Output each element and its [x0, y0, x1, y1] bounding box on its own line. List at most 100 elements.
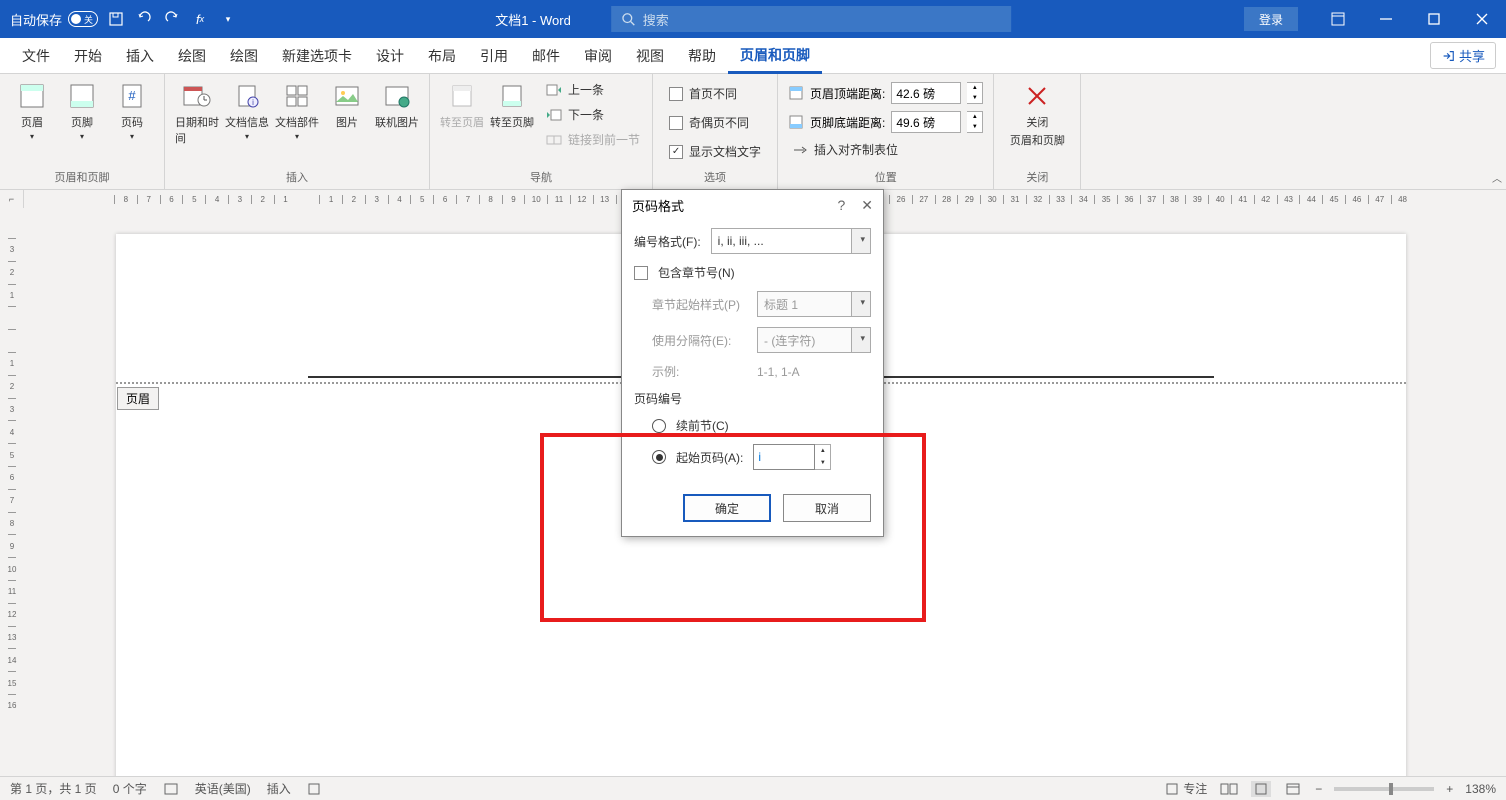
next-icon — [546, 108, 562, 122]
tab-header-footer[interactable]: 页眉和页脚 — [728, 38, 822, 74]
tab-view[interactable]: 视图 — [624, 38, 676, 74]
close-icon[interactable] — [1458, 0, 1506, 38]
previous-button[interactable]: 上一条 — [542, 78, 644, 101]
redo-icon[interactable] — [162, 9, 182, 29]
datetime-button[interactable]: 日期和时间 — [173, 78, 221, 148]
zoom-out-button[interactable]: − — [1315, 782, 1322, 796]
ribbon-options-icon[interactable] — [1314, 0, 1362, 38]
web-layout-icon[interactable] — [1283, 781, 1303, 797]
tab-insert[interactable]: 插入 — [114, 38, 166, 74]
header-top-input[interactable] — [891, 82, 961, 104]
page-number-format-dialog: 页码格式 ? ✕ 编号格式(F): i, ii, iii, ... 包含章节号(… — [621, 189, 884, 537]
vertical-ruler[interactable]: 32112345678910111213141516 — [0, 208, 24, 776]
goto-header-button: 转至页眉 — [438, 78, 486, 132]
language-status[interactable]: 英语(美国) — [195, 780, 251, 797]
prev-icon — [546, 83, 562, 97]
doc-parts-button[interactable]: 文档部件▾ — [273, 78, 321, 143]
undo-icon[interactable] — [134, 9, 154, 29]
group-label: 关闭 — [1002, 167, 1072, 187]
tab-review[interactable]: 审阅 — [572, 38, 624, 74]
macro-icon[interactable] — [307, 782, 321, 796]
spinner[interactable]: ▲▼ — [967, 111, 983, 133]
svg-text:i: i — [252, 98, 254, 107]
collapse-ribbon-icon[interactable]: ︿ — [1492, 170, 1502, 185]
tab-reference[interactable]: 引用 — [468, 38, 520, 74]
tab-design[interactable]: 设计 — [364, 38, 416, 74]
share-icon — [1441, 49, 1455, 63]
link-previous-button: 链接到前一节 — [542, 128, 644, 151]
maximize-icon[interactable] — [1410, 0, 1458, 38]
header-top-label: 页眉顶端距离: — [810, 85, 885, 102]
include-chapter-checkbox[interactable]: 包含章节号(N) — [634, 264, 871, 281]
tab-newtab[interactable]: 新建选项卡 — [270, 38, 364, 74]
header-tag: 页眉 — [117, 387, 159, 410]
insert-align-tab-button[interactable]: 插入对齐制表位 — [788, 138, 983, 161]
spell-check-icon[interactable] — [163, 782, 179, 796]
footer-bottom-label: 页脚底端距离: — [810, 114, 885, 131]
continue-radio[interactable]: 续前节(C) — [634, 417, 871, 434]
separator-label: 使用分隔符(E): — [652, 332, 747, 349]
goto-footer-button[interactable]: 转至页脚 — [488, 78, 536, 132]
odd-even-diff-checkbox[interactable]: 奇偶页不同 — [665, 111, 765, 134]
search-input[interactable]: 搜索 — [611, 6, 1011, 32]
read-mode-icon[interactable] — [1219, 781, 1239, 797]
close-header-footer-button[interactable]: 关闭页眉和页脚 — [1002, 78, 1072, 150]
fx-icon[interactable]: fx — [190, 9, 210, 29]
zoom-in-button[interactable]: + — [1446, 782, 1453, 796]
page-status[interactable]: 第 1 页，共 1 页 — [10, 780, 97, 797]
dialog-title: 页码格式 — [632, 196, 684, 215]
ribbon-tabs: 文件 开始 插入 绘图 绘图 新建选项卡 设计 布局 引用 邮件 审阅 视图 帮… — [0, 38, 1506, 74]
doc-info-button[interactable]: i文档信息▾ — [223, 78, 271, 143]
insert-mode[interactable]: 插入 — [267, 780, 291, 797]
group-label: 插入 — [173, 167, 421, 187]
save-icon[interactable] — [106, 9, 126, 29]
zoom-level[interactable]: 138% — [1465, 782, 1496, 796]
search-icon — [621, 12, 635, 26]
cancel-button[interactable]: 取消 — [783, 494, 871, 522]
online-picture-button[interactable]: 联机图片 — [373, 78, 421, 132]
chapter-style-select: 标题 1 — [757, 291, 871, 317]
tab-icon — [792, 143, 808, 157]
footer-button[interactable]: 页脚▾ — [58, 78, 106, 143]
focus-icon — [1165, 782, 1179, 796]
start-at-radio[interactable]: 起始页码(A): ▲▼ — [634, 444, 871, 470]
tab-home[interactable]: 开始 — [62, 38, 114, 74]
tab-mail[interactable]: 邮件 — [520, 38, 572, 74]
qat-more-icon[interactable]: ▾ — [218, 9, 238, 29]
tab-draw2[interactable]: 绘图 — [218, 38, 270, 74]
link-icon — [546, 133, 562, 147]
tab-draw[interactable]: 绘图 — [166, 38, 218, 74]
show-doc-text-checkbox[interactable]: ✓显示文档文字 — [665, 140, 765, 163]
help-icon[interactable]: ? — [837, 197, 845, 214]
footer-bottom-input[interactable] — [891, 111, 961, 133]
footer-bottom-icon — [788, 114, 804, 130]
spinner[interactable]: ▲▼ — [967, 82, 983, 104]
focus-mode-button[interactable]: 专注 — [1165, 780, 1207, 797]
spinner[interactable]: ▲▼ — [815, 444, 831, 470]
picture-button[interactable]: 图片 — [323, 78, 371, 132]
next-button[interactable]: 下一条 — [542, 103, 644, 126]
login-button[interactable]: 登录 — [1244, 7, 1298, 31]
zoom-slider[interactable] — [1334, 787, 1434, 791]
dialog-close-icon[interactable]: ✕ — [861, 197, 873, 214]
tab-help[interactable]: 帮助 — [676, 38, 728, 74]
ruler-corner: ⌐ — [0, 190, 24, 208]
group-label: 位置 — [786, 167, 985, 187]
title-bar: 自动保存 关 fx ▾ 文档1 - Word 搜索 登录 — [0, 0, 1506, 38]
minimize-icon[interactable] — [1362, 0, 1410, 38]
svg-text:#: # — [128, 88, 136, 103]
start-at-input[interactable] — [753, 444, 815, 470]
status-bar: 第 1 页，共 1 页 0 个字 英语(美国) 插入 专注 − + 138% — [0, 776, 1506, 800]
page-number-button[interactable]: #页码▾ — [108, 78, 156, 143]
print-layout-icon[interactable] — [1251, 781, 1271, 797]
tab-file[interactable]: 文件 — [10, 38, 62, 74]
number-format-select[interactable]: i, ii, iii, ... — [711, 228, 871, 254]
word-count[interactable]: 0 个字 — [113, 780, 147, 797]
first-page-diff-checkbox[interactable]: 首页不同 — [665, 82, 765, 105]
header-button[interactable]: 页眉▾ — [8, 78, 56, 143]
dialog-titlebar[interactable]: 页码格式 ? ✕ — [622, 190, 883, 220]
share-button[interactable]: 共享 — [1430, 42, 1496, 69]
tab-layout[interactable]: 布局 — [416, 38, 468, 74]
autosave-toggle[interactable]: 自动保存 关 — [10, 10, 98, 29]
ok-button[interactable]: 确定 — [683, 494, 771, 522]
